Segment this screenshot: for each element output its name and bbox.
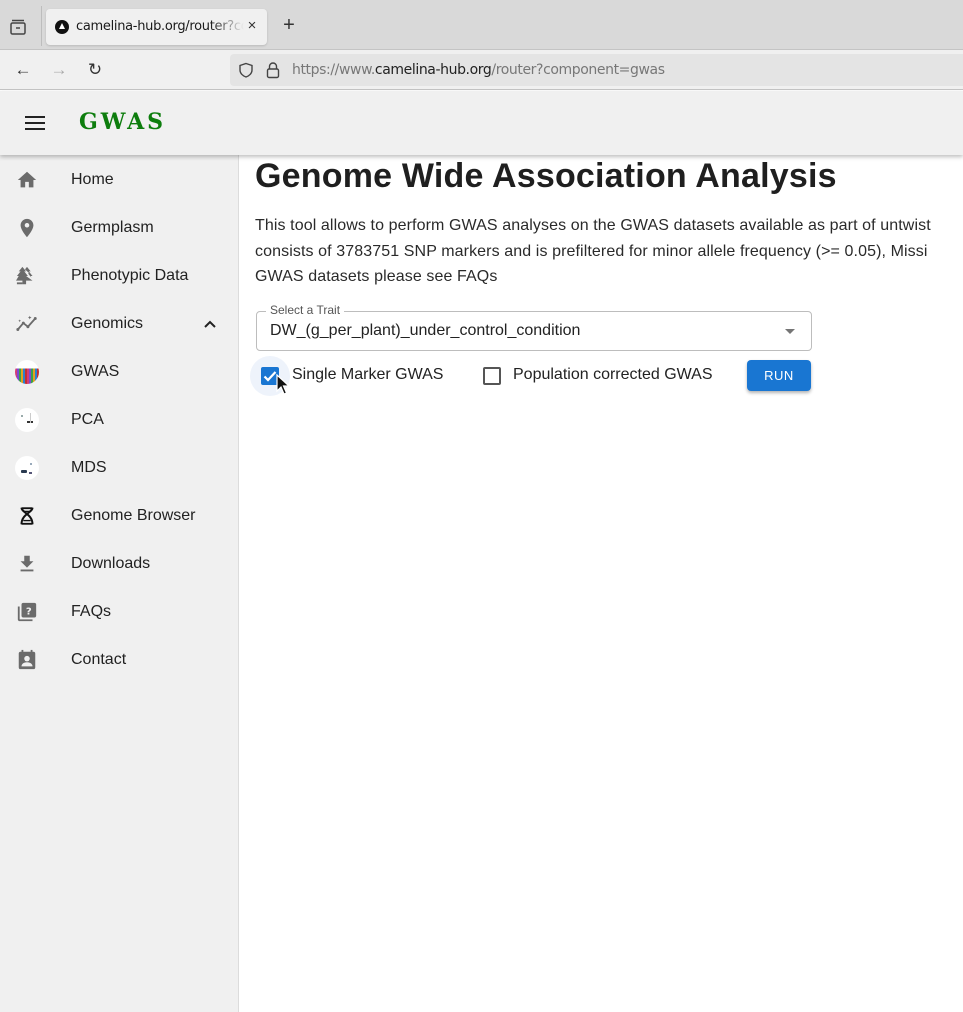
contact-icon [15,648,39,672]
sidebar-item-gwas[interactable]: GWAS [0,348,238,396]
dna-icon [15,504,39,528]
tab-list-icon[interactable] [8,17,28,37]
sidebar-item-faqs[interactable]: ? FAQs [0,588,238,636]
single-marker-gwas-label[interactable]: Single Marker GWAS [292,366,443,384]
sidebar-item-label: Home [71,171,114,188]
mouse-cursor-icon [276,374,290,395]
url-text[interactable]: https://www.camelina-hub.org/router?comp… [292,62,665,78]
shield-icon[interactable] [238,62,254,78]
sidebar-item-contact[interactable]: Contact [0,636,238,684]
quiz-icon: ? [15,600,39,624]
site-favicon-icon [55,20,69,34]
download-icon [15,552,39,576]
sidebar-item-label: Contact [71,651,127,668]
sidebar-item-genomics[interactable]: Genomics [0,300,238,348]
population-corrected-gwas-label[interactable]: Population corrected GWAS [513,366,713,384]
description-line: This tool allows to perform GWAS analyse… [255,217,931,234]
sidebar-item-label: Genomics [71,315,144,332]
sidebar-item-label: Phenotypic Data [71,267,189,284]
dropdown-arrow-icon[interactable] [785,329,795,334]
address-bar[interactable]: https://www.camelina-hub.org/router?comp… [230,54,963,86]
svg-text:?: ? [26,606,32,617]
chevron-up-icon[interactable] [200,314,220,334]
description-line: GWAS datasets please see FAQs [255,268,498,285]
sidebar-item-home[interactable]: Home [0,156,238,204]
gwas-thumbnail-icon [15,360,39,384]
app-title: GWAS [79,109,167,135]
run-button[interactable]: RUN [747,360,811,391]
menu-icon[interactable] [25,116,45,130]
pca-thumbnail-icon [15,408,39,432]
browser-tab-active[interactable]: camelina-hub.org/router?component=gwas × [46,9,267,45]
trait-select-label: Select a Trait [266,303,345,317]
sidebar-item-phenotypic-data[interactable]: Phenotypic Data [0,252,238,300]
sidebar-item-genome-browser[interactable]: Genome Browser [0,492,238,540]
url-path: /router?component=gwas [491,62,665,78]
population-corrected-gwas-checkbox[interactable] [483,367,501,385]
sidebar-item-label: FAQs [71,603,112,620]
reload-icon[interactable]: ↻ [84,59,106,81]
description-line: consists of 3783751 SNP markers and is p… [255,242,928,260]
mds-thumbnail-icon [15,456,39,480]
sidebar-item-pca[interactable]: PCA [0,396,238,444]
sidebar-item-label: Germplasm [71,219,154,236]
close-tab-icon[interactable]: × [243,17,261,35]
page-description: This tool allows to perform GWAS analyse… [255,213,963,290]
sidebar-item-label: GWAS [71,363,120,380]
trait-select-value: DW_(g_per_plant)_under_control_condition [270,322,581,339]
browser-tab-bar: camelina-hub.org/router?component=gwas ×… [0,0,963,50]
sidebar-item-label: Genome Browser [71,507,196,524]
sidebar-item-mds[interactable]: MDS [0,444,238,492]
sidebar-item-downloads[interactable]: Downloads [0,540,238,588]
forward-arrow-icon[interactable]: → [48,59,70,81]
location-pin-icon [15,216,39,240]
sidebar-item-label: MDS [71,459,107,476]
page-title: Genome Wide Association Analysis [255,157,837,195]
sidebar-item-label: PCA [71,411,104,428]
main-content: Genome Wide Association Analysis This to… [240,155,963,1012]
app-bar: GWAS [0,91,963,155]
new-tab-icon[interactable]: + [279,15,299,35]
url-prefix: https://www. [292,62,375,78]
browser-nav-bar: ← → ↻ https://www.camelina-hub.org/route… [0,50,963,90]
sidebar-item-label: Downloads [71,555,151,572]
forest-icon [15,264,39,288]
tab-title: camelina-hub.org/router?component=gwas [76,19,244,34]
lock-icon[interactable] [266,61,280,79]
back-arrow-icon[interactable]: ← [12,59,34,81]
sidebar: Home Germplasm Phenotypic Data Genomics … [0,155,239,1012]
insights-icon [15,312,39,336]
trait-select[interactable]: Select a Trait DW_(g_per_plant)_under_co… [256,303,812,351]
home-icon [15,168,39,192]
url-domain: camelina-hub.org [374,62,492,78]
sidebar-item-germplasm[interactable]: Germplasm [0,204,238,252]
tab-separator [41,6,42,46]
